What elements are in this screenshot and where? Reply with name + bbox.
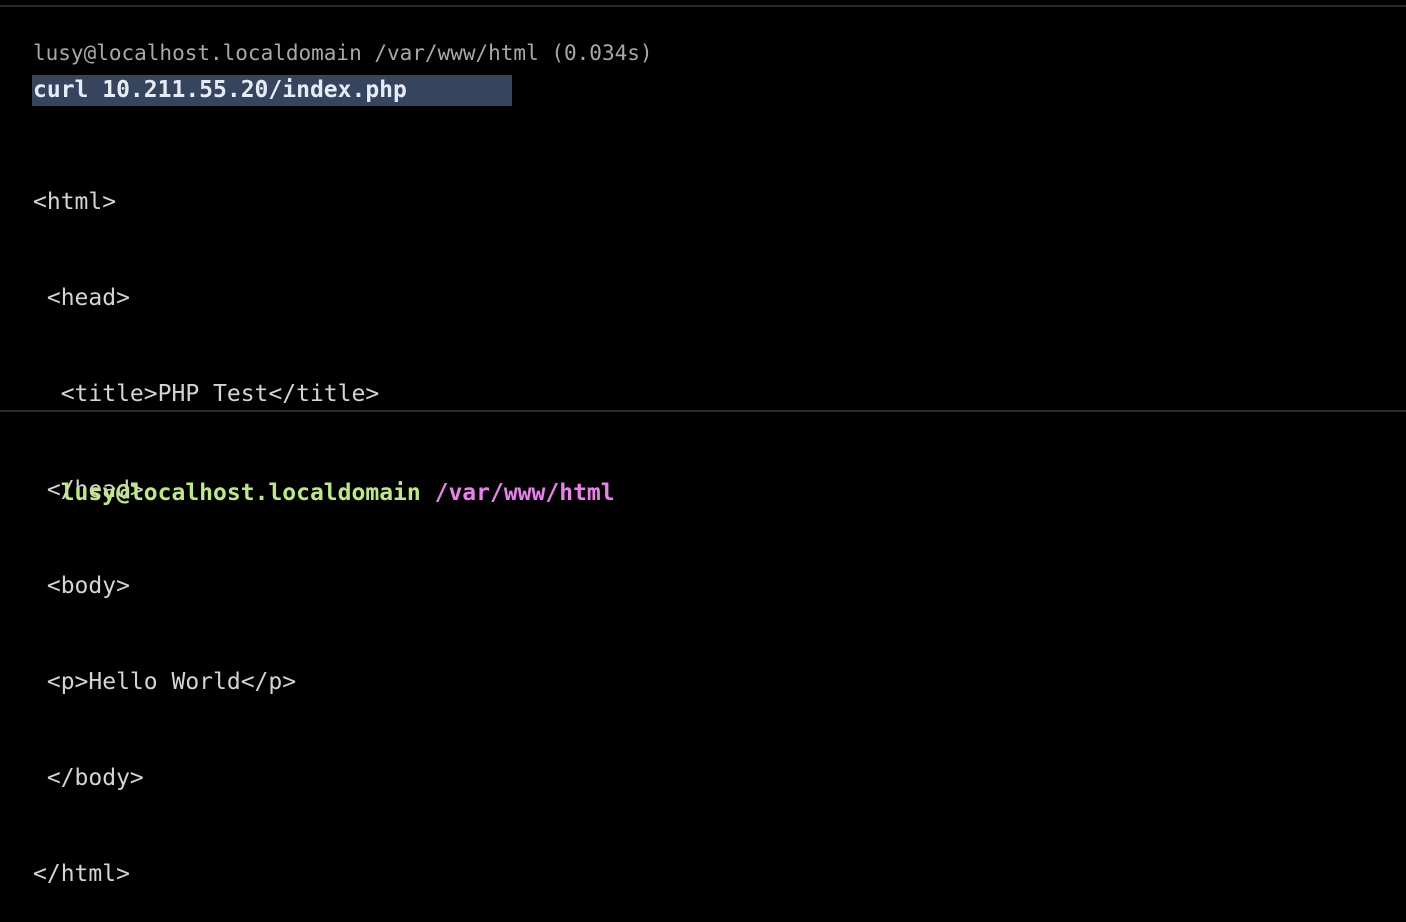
output-line: </body> — [33, 765, 144, 791]
command-output: <html> <head> <title>PHP Test</title> </… — [33, 122, 379, 922]
output-line: </html> — [33, 861, 130, 887]
top-divider — [0, 5, 1406, 7]
output-line: <title>PHP Test</title> — [33, 381, 380, 407]
output-line: <p>Hello World</p> — [33, 669, 297, 695]
output-line: <body> — [33, 573, 130, 599]
output-line: <html> — [33, 189, 117, 215]
selected-command[interactable]: curl 10.211.55.20/index.php — [32, 75, 512, 106]
command-block-header: lusy@localhost.localdomain /var/www/html… — [33, 41, 653, 65]
prompt-path: /var/www/html — [434, 480, 615, 506]
shell-prompt[interactable]: lusy@localhost.localdomain /var/www/html — [33, 445, 615, 509]
prompt-user-host: lusy@localhost.localdomain — [60, 480, 421, 506]
output-line: <head> — [33, 285, 130, 311]
block-divider — [0, 410, 1406, 412]
